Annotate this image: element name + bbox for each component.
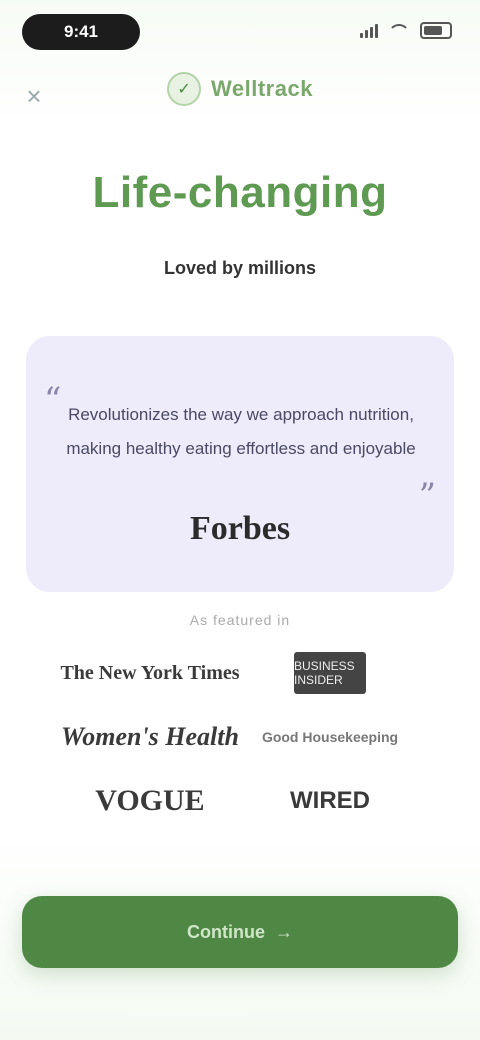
status-time: 9:41 — [22, 14, 140, 50]
quote-source: Forbes — [189, 510, 291, 547]
continue-button[interactable]: Continue → — [22, 896, 458, 968]
wifi-icon — [388, 23, 410, 38]
quote-text: Revolutionizes the way we approach nutri… — [66, 405, 416, 458]
brand-name: Welltrack — [211, 76, 313, 101]
featured-label: As featured in — [189, 612, 291, 628]
headline: Life-changing — [92, 168, 388, 217]
press-logo-vogue: VOGUE — [60, 778, 240, 824]
battery-icon — [420, 22, 452, 39]
press-logo-label: Women's Health — [61, 722, 239, 751]
quote-card: “ Revolutionizes the way we approach nut… — [26, 336, 454, 592]
press-logo-label: WIRED — [290, 787, 370, 814]
brand-logo-icon: ✓ — [167, 72, 202, 106]
press-logo-business-insider: BUSINESS INSIDER — [240, 650, 420, 696]
continue-button-label: Continue — [187, 921, 265, 942]
signal-icon — [360, 23, 378, 38]
press-logo-nyt: The New York Times — [60, 650, 240, 696]
press-logo-grid: The New York Times BUSINESS INSIDER Wome… — [60, 650, 420, 824]
press-logo-label: Good Housekeeping — [261, 729, 399, 745]
press-logo-womens-health: Women's Health — [60, 714, 240, 760]
press-logo-label: VOGUE — [95, 784, 205, 817]
arrow-right-icon: → — [275, 921, 293, 942]
press-logo-label: The New York Times — [60, 661, 240, 684]
subheadline: Loved by millions — [163, 258, 317, 278]
press-logo-label: BUSINESS INSIDER — [294, 652, 366, 694]
status-bar: 9:41 — [0, 0, 480, 64]
status-icons — [360, 22, 452, 39]
press-logo-good-housekeeping: Good Housekeeping — [240, 714, 420, 760]
quote-open-icon: “ — [44, 380, 62, 420]
brand-header: ✓ Welltrack — [0, 72, 480, 106]
press-logo-wired: WIRED — [240, 778, 420, 824]
